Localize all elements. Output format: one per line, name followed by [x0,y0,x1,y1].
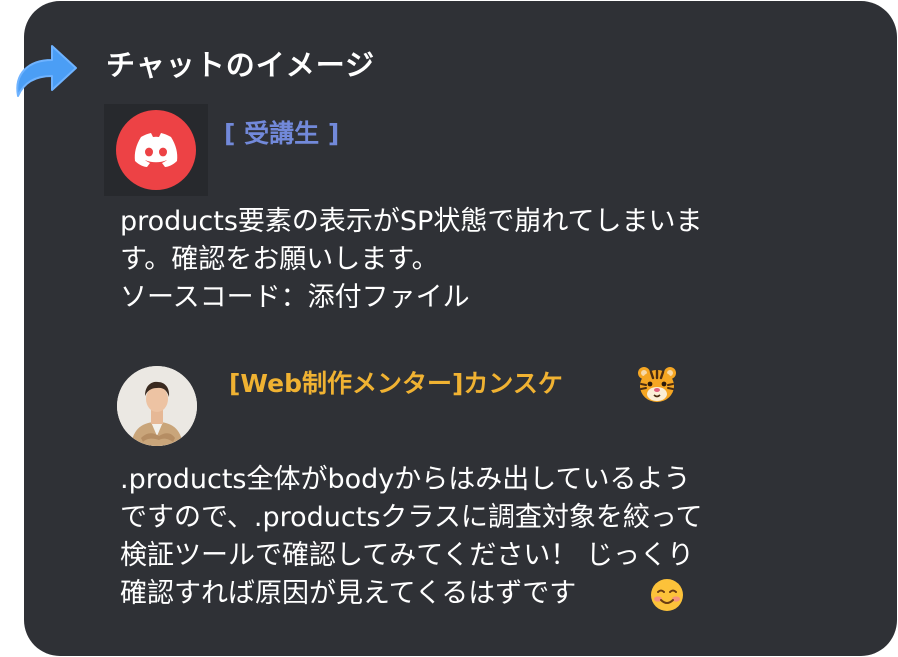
user-photo-avatar [117,366,197,446]
discord-logo-icon [134,133,178,167]
avatar[interactable] [116,110,196,190]
avatar[interactable] [117,366,197,446]
message-text: products要素の表示がSP状態で崩れてしまいま す。確認をお願いします。 … [120,206,703,313]
tiger-face-emoji [638,367,676,402]
author-name[interactable]: [ 受講生 ] [224,114,339,150]
page-title: チャットのイメージ [106,48,376,82]
curved-arrow-right-icon [16,45,77,97]
author-name[interactable]: [Web制作メンター]カンスケ [229,364,563,400]
smiling-face-emoji [651,579,683,611]
message-text: .products全体がbodyからはみ出しているよう ですので、.produc… [120,464,703,609]
